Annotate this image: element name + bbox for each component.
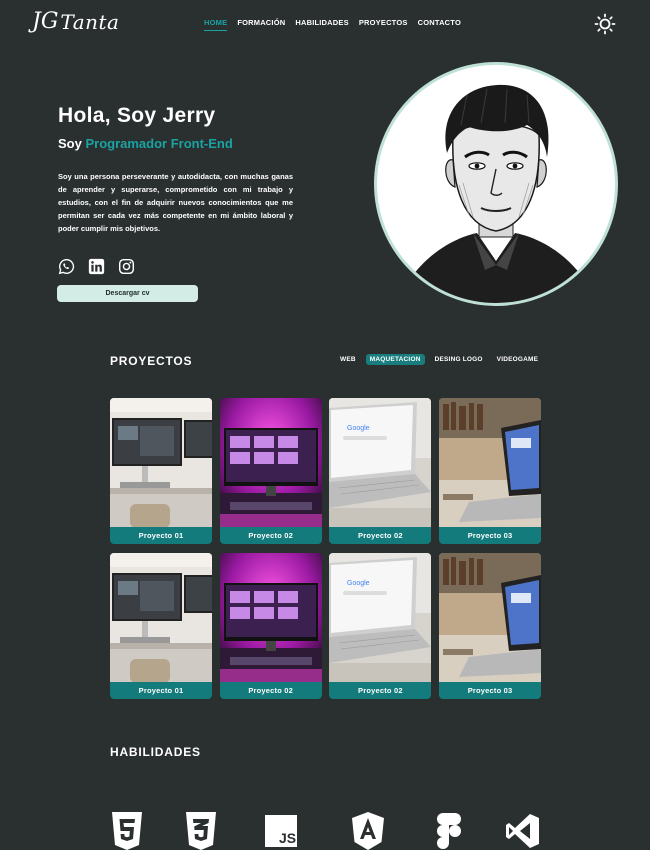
html5-icon: [112, 812, 142, 850]
filter-maquetacion[interactable]: MAQUETACION: [365, 354, 425, 365]
hero-subtitle: Soy Programador Front-End: [58, 136, 233, 151]
project-card[interactable]: Proyecto 02: [329, 553, 432, 699]
projects-title: PROYECTOS: [110, 354, 193, 368]
project-label: Proyecto 02: [219, 527, 322, 544]
site-header: JG Tanta HOME FORMACIÓN HABILIDADES PROY…: [0, 0, 650, 48]
logo-text: Tanta: [60, 10, 120, 34]
nav-proyectos[interactable]: PROYECTOS: [359, 18, 408, 31]
nav-habilidades[interactable]: HABILIDADES: [295, 18, 348, 31]
social-links: [58, 258, 135, 275]
sun-icon[interactable]: [594, 13, 616, 35]
filter-web[interactable]: WEB: [336, 354, 360, 365]
linkedin-icon[interactable]: [88, 258, 105, 275]
angular-icon: [352, 812, 384, 850]
project-label: Proyecto 02: [219, 682, 322, 699]
nav-contacto[interactable]: CONTACTO: [418, 18, 461, 31]
project-label: Proyecto 02: [329, 682, 432, 699]
hero-description: Soy una persona perseverante y autodidac…: [58, 172, 293, 233]
project-card[interactable]: Proyecto 03: [439, 553, 542, 699]
download-cv-button[interactable]: Descargar cv: [57, 285, 198, 302]
project-thumbnail: [110, 553, 212, 683]
figma-icon: [437, 813, 461, 849]
filter-videogame[interactable]: VIDEOGAME: [493, 354, 543, 365]
projects-grid: Proyecto 01 Proyecto 02 Proyecto 02 Proy…: [110, 398, 542, 699]
project-label: Proyecto 01: [110, 682, 212, 699]
project-card[interactable]: Proyecto 03: [439, 398, 542, 544]
profile-sketch: [397, 84, 597, 303]
project-filters: WEB MAQUETACION DESING LOGO VIDEOGAME: [336, 354, 542, 365]
project-label: Proyecto 03: [439, 527, 542, 544]
javascript-icon: JS: [265, 815, 297, 847]
javascript-label: JS: [279, 830, 296, 846]
skills-title: HABILIDADES: [110, 745, 201, 759]
logo-mark: JG: [32, 9, 59, 34]
project-card[interactable]: Proyecto 02: [329, 398, 432, 544]
project-card[interactable]: Proyecto 01: [110, 553, 212, 699]
project-label: Proyecto 02: [329, 527, 432, 544]
project-thumbnail: [220, 553, 322, 683]
project-card[interactable]: Proyecto 02: [219, 553, 322, 699]
project-thumbnail: [110, 398, 212, 528]
project-thumbnail: [220, 398, 322, 528]
css3-icon: [186, 812, 216, 850]
project-thumbnail: [439, 553, 541, 683]
project-label: Proyecto 03: [439, 682, 542, 699]
hero-greeting: Hola, Soy Jerry: [58, 104, 216, 127]
profile-photo: [374, 62, 618, 306]
filter-desing-logo[interactable]: DESING LOGO: [431, 354, 487, 365]
project-label: Proyecto 01: [110, 527, 212, 544]
project-thumbnail: [329, 553, 431, 683]
project-card[interactable]: Proyecto 01: [110, 398, 212, 544]
logo[interactable]: JG Tanta: [32, 10, 119, 34]
hero-sub-prefix: Soy: [58, 136, 86, 151]
whatsapp-icon[interactable]: [58, 258, 75, 275]
project-thumbnail: [439, 398, 541, 528]
project-card[interactable]: Proyecto 02: [219, 398, 322, 544]
project-thumbnail: [329, 398, 431, 528]
nav-formacion[interactable]: FORMACIÓN: [237, 18, 285, 31]
nav-home[interactable]: HOME: [204, 18, 228, 31]
vscode-icon: [506, 814, 539, 848]
instagram-icon[interactable]: [118, 258, 135, 275]
hero-role: Programador Front-End: [85, 136, 233, 151]
main-nav: HOME FORMACIÓN HABILIDADES PROYECTOS CON…: [204, 18, 461, 31]
